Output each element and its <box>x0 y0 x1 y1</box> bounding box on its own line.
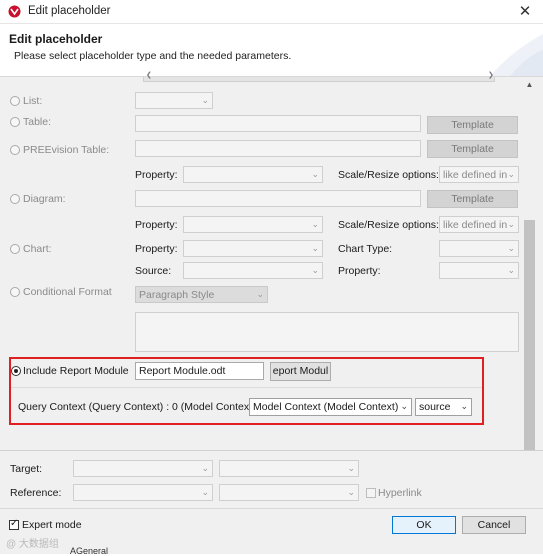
scale-resize-label: Scale/Resize options: <box>338 169 439 181</box>
diagram-property-label: Property: <box>135 219 178 231</box>
property-combo[interactable]: ⌄ <box>183 166 323 183</box>
table-radio[interactable] <box>10 117 20 127</box>
chart-property2-combo[interactable]: ⌄ <box>439 262 519 279</box>
diagram-scale-resize-value: like defined in <box>443 219 508 231</box>
scale-resize-value: like defined in <box>443 169 508 181</box>
scroll-left-icon[interactable]: ❮ <box>146 71 152 79</box>
preevision-table-field[interactable] <box>135 140 421 157</box>
scrollbar-thumb[interactable] <box>524 220 535 478</box>
dialog-title: Edit placeholder <box>9 32 103 46</box>
chevron-down-icon: ⌄ <box>311 243 319 253</box>
table-field[interactable] <box>135 115 421 132</box>
watermark-text: @ 大数据组 <box>6 539 59 550</box>
diagram-template-button[interactable]: Template <box>427 190 518 208</box>
property-label: Property: <box>135 169 178 181</box>
chart-label: Chart: <box>23 243 52 255</box>
target-label: Target: <box>10 463 43 475</box>
app-logo-icon <box>8 5 21 18</box>
chevron-down-icon: ⌄ <box>311 169 319 179</box>
dialog-description: Please select placeholder type and the n… <box>14 50 292 62</box>
source-label: Source: <box>135 265 172 277</box>
scroll-right-icon[interactable]: ❯ <box>488 71 494 79</box>
chevron-down-icon: ⌄ <box>347 463 355 473</box>
hyperlink-checkbox[interactable] <box>366 488 376 498</box>
conditional-format-label: Conditional Format <box>23 286 112 298</box>
diagram-scale-resize-label: Scale/Resize options: <box>338 219 439 231</box>
background-window-text: AGeneral <box>70 546 109 556</box>
hyperlink-label: Hyperlink <box>378 487 422 499</box>
preevision-table-label: PREEvision Table: <box>23 144 110 156</box>
chevron-down-icon: ⌄ <box>311 265 319 275</box>
highlight-box <box>9 357 484 425</box>
chart-type-label: Chart Type: <box>338 243 393 255</box>
chart-radio[interactable] <box>10 244 20 254</box>
ok-button[interactable]: OK <box>392 516 456 534</box>
conditional-format-combo[interactable]: Paragraph Style ⌄ <box>135 286 268 303</box>
cancel-button[interactable]: Cancel <box>462 516 526 534</box>
target-combo[interactable]: ⌄ <box>73 460 213 477</box>
reference-combo[interactable]: ⌄ <box>73 484 213 501</box>
chevron-down-icon: ⌄ <box>507 265 515 275</box>
diagram-property-combo[interactable]: ⌄ <box>183 216 323 233</box>
table-template-button[interactable]: Template <box>427 116 518 134</box>
diagram-radio[interactable] <box>10 194 20 204</box>
source-combo[interactable]: ⌄ <box>183 262 323 279</box>
reference-label: Reference: <box>10 487 62 499</box>
chevron-down-icon: ⌄ <box>201 463 209 473</box>
chart-property-combo[interactable]: ⌄ <box>183 240 323 257</box>
header-decoration-icon <box>490 34 543 76</box>
preevision-template-button[interactable]: Template <box>427 140 518 158</box>
target-secondary-combo[interactable]: ⌄ <box>219 460 359 477</box>
list-label: List: <box>23 95 43 107</box>
window-title: Edit placeholder <box>28 5 111 17</box>
horizontal-scrollbar[interactable] <box>143 77 495 82</box>
chart-property-label: Property: <box>135 243 178 255</box>
footer-divider <box>0 508 543 509</box>
scroll-up-icon[interactable]: ▲ <box>523 80 536 92</box>
conditional-format-text-area[interactable] <box>135 312 519 352</box>
chevron-down-icon: ⌄ <box>256 289 264 299</box>
chevron-down-icon: ⌄ <box>507 169 515 179</box>
chevron-down-icon: ⌄ <box>201 487 209 497</box>
conditional-format-value: Paragraph Style <box>139 289 215 301</box>
chart-type-combo[interactable]: ⌄ <box>439 240 519 257</box>
list-combo[interactable]: ⌄ <box>135 92 213 109</box>
diagram-scale-resize-combo[interactable]: like defined in ⌄ <box>439 216 519 233</box>
preevision-table-radio[interactable] <box>10 145 20 155</box>
diagram-field[interactable] <box>135 190 421 207</box>
chevron-down-icon: ⌄ <box>311 219 319 229</box>
chevron-down-icon: ⌄ <box>201 95 209 105</box>
expert-mode-label: Expert mode <box>22 519 82 531</box>
reference-secondary-combo[interactable]: ⌄ <box>219 484 359 501</box>
list-radio[interactable] <box>10 96 20 106</box>
expert-mode-checkbox[interactable] <box>9 518 19 530</box>
close-icon[interactable]: ✕ <box>512 2 538 22</box>
conditional-format-radio[interactable] <box>10 287 20 297</box>
chevron-down-icon: ⌄ <box>507 243 515 253</box>
diagram-label: Diagram: <box>23 193 66 205</box>
chart-property2-label: Property: <box>338 265 381 277</box>
chevron-down-icon: ⌄ <box>347 487 355 497</box>
table-label: Table: <box>23 116 52 128</box>
scale-resize-combo[interactable]: like defined in ⌄ <box>439 166 519 183</box>
chevron-down-icon: ⌄ <box>507 219 515 229</box>
